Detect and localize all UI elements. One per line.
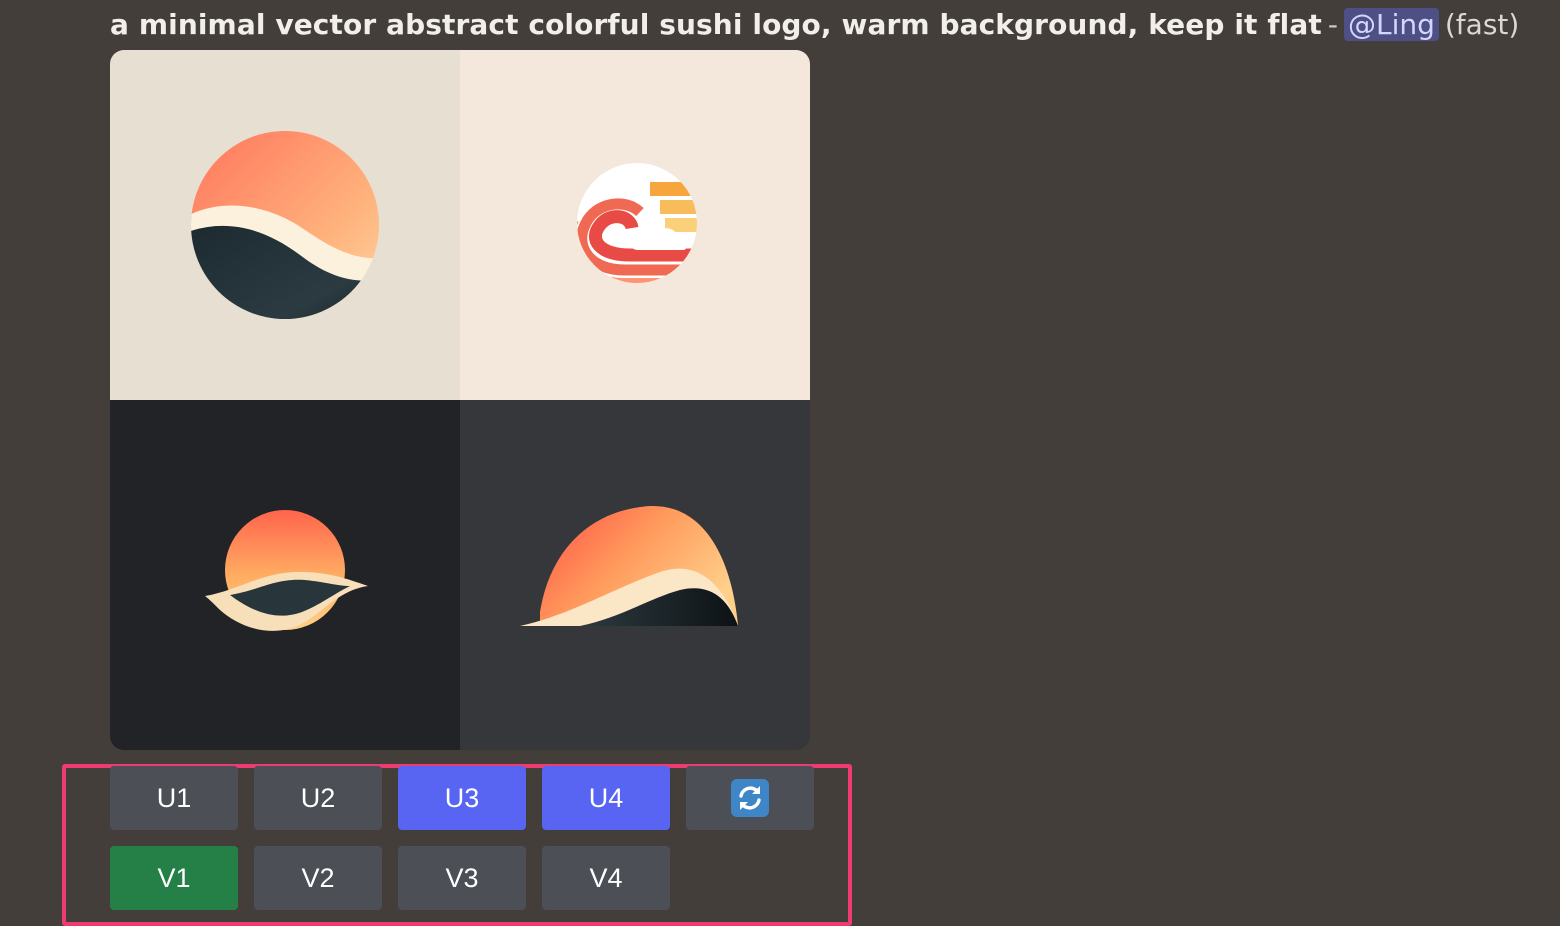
logo-2-image (577, 163, 697, 283)
variation-2-button[interactable]: V2 (254, 846, 382, 910)
variation-3-label: V3 (445, 862, 479, 893)
variation-1-label: V1 (157, 862, 191, 893)
variation-2-label: V2 (301, 862, 335, 893)
upscale-4-label: U4 (588, 782, 624, 813)
upscale-4-button[interactable]: U4 (542, 766, 670, 830)
variation-1-button[interactable]: V1 (110, 846, 238, 910)
logo-1-image (191, 131, 379, 319)
image-variation-1[interactable] (110, 50, 460, 400)
prompt-separator: - (1327, 8, 1338, 41)
variation-3-button[interactable]: V3 (398, 846, 526, 910)
upscale-1-button[interactable]: U1 (110, 766, 238, 830)
upscale-2-label: U2 (300, 782, 336, 813)
speed-label: (fast) (1444, 8, 1520, 41)
image-variation-3[interactable] (110, 400, 460, 750)
reroll-button[interactable] (686, 766, 814, 830)
upscale-2-button[interactable]: U2 (254, 766, 382, 830)
image-variation-4[interactable] (460, 400, 810, 750)
user-mention[interactable]: @Ling (1343, 8, 1439, 41)
upscale-3-button[interactable]: U3 (398, 766, 526, 830)
upscale-3-label: U3 (444, 782, 480, 813)
logo-3-image (205, 510, 368, 631)
logo-4-image (520, 505, 738, 626)
refresh-icon (731, 779, 769, 817)
image-variation-2[interactable] (460, 50, 810, 400)
prompt-text: a minimal vector abstract colorful sushi… (110, 8, 1322, 41)
prompt-line: a minimal vector abstract colorful sushi… (110, 4, 1519, 46)
image-grid[interactable] (110, 50, 810, 750)
variation-4-button[interactable]: V4 (542, 846, 670, 910)
variation-4-label: V4 (589, 862, 623, 893)
upscale-1-label: U1 (156, 782, 192, 813)
